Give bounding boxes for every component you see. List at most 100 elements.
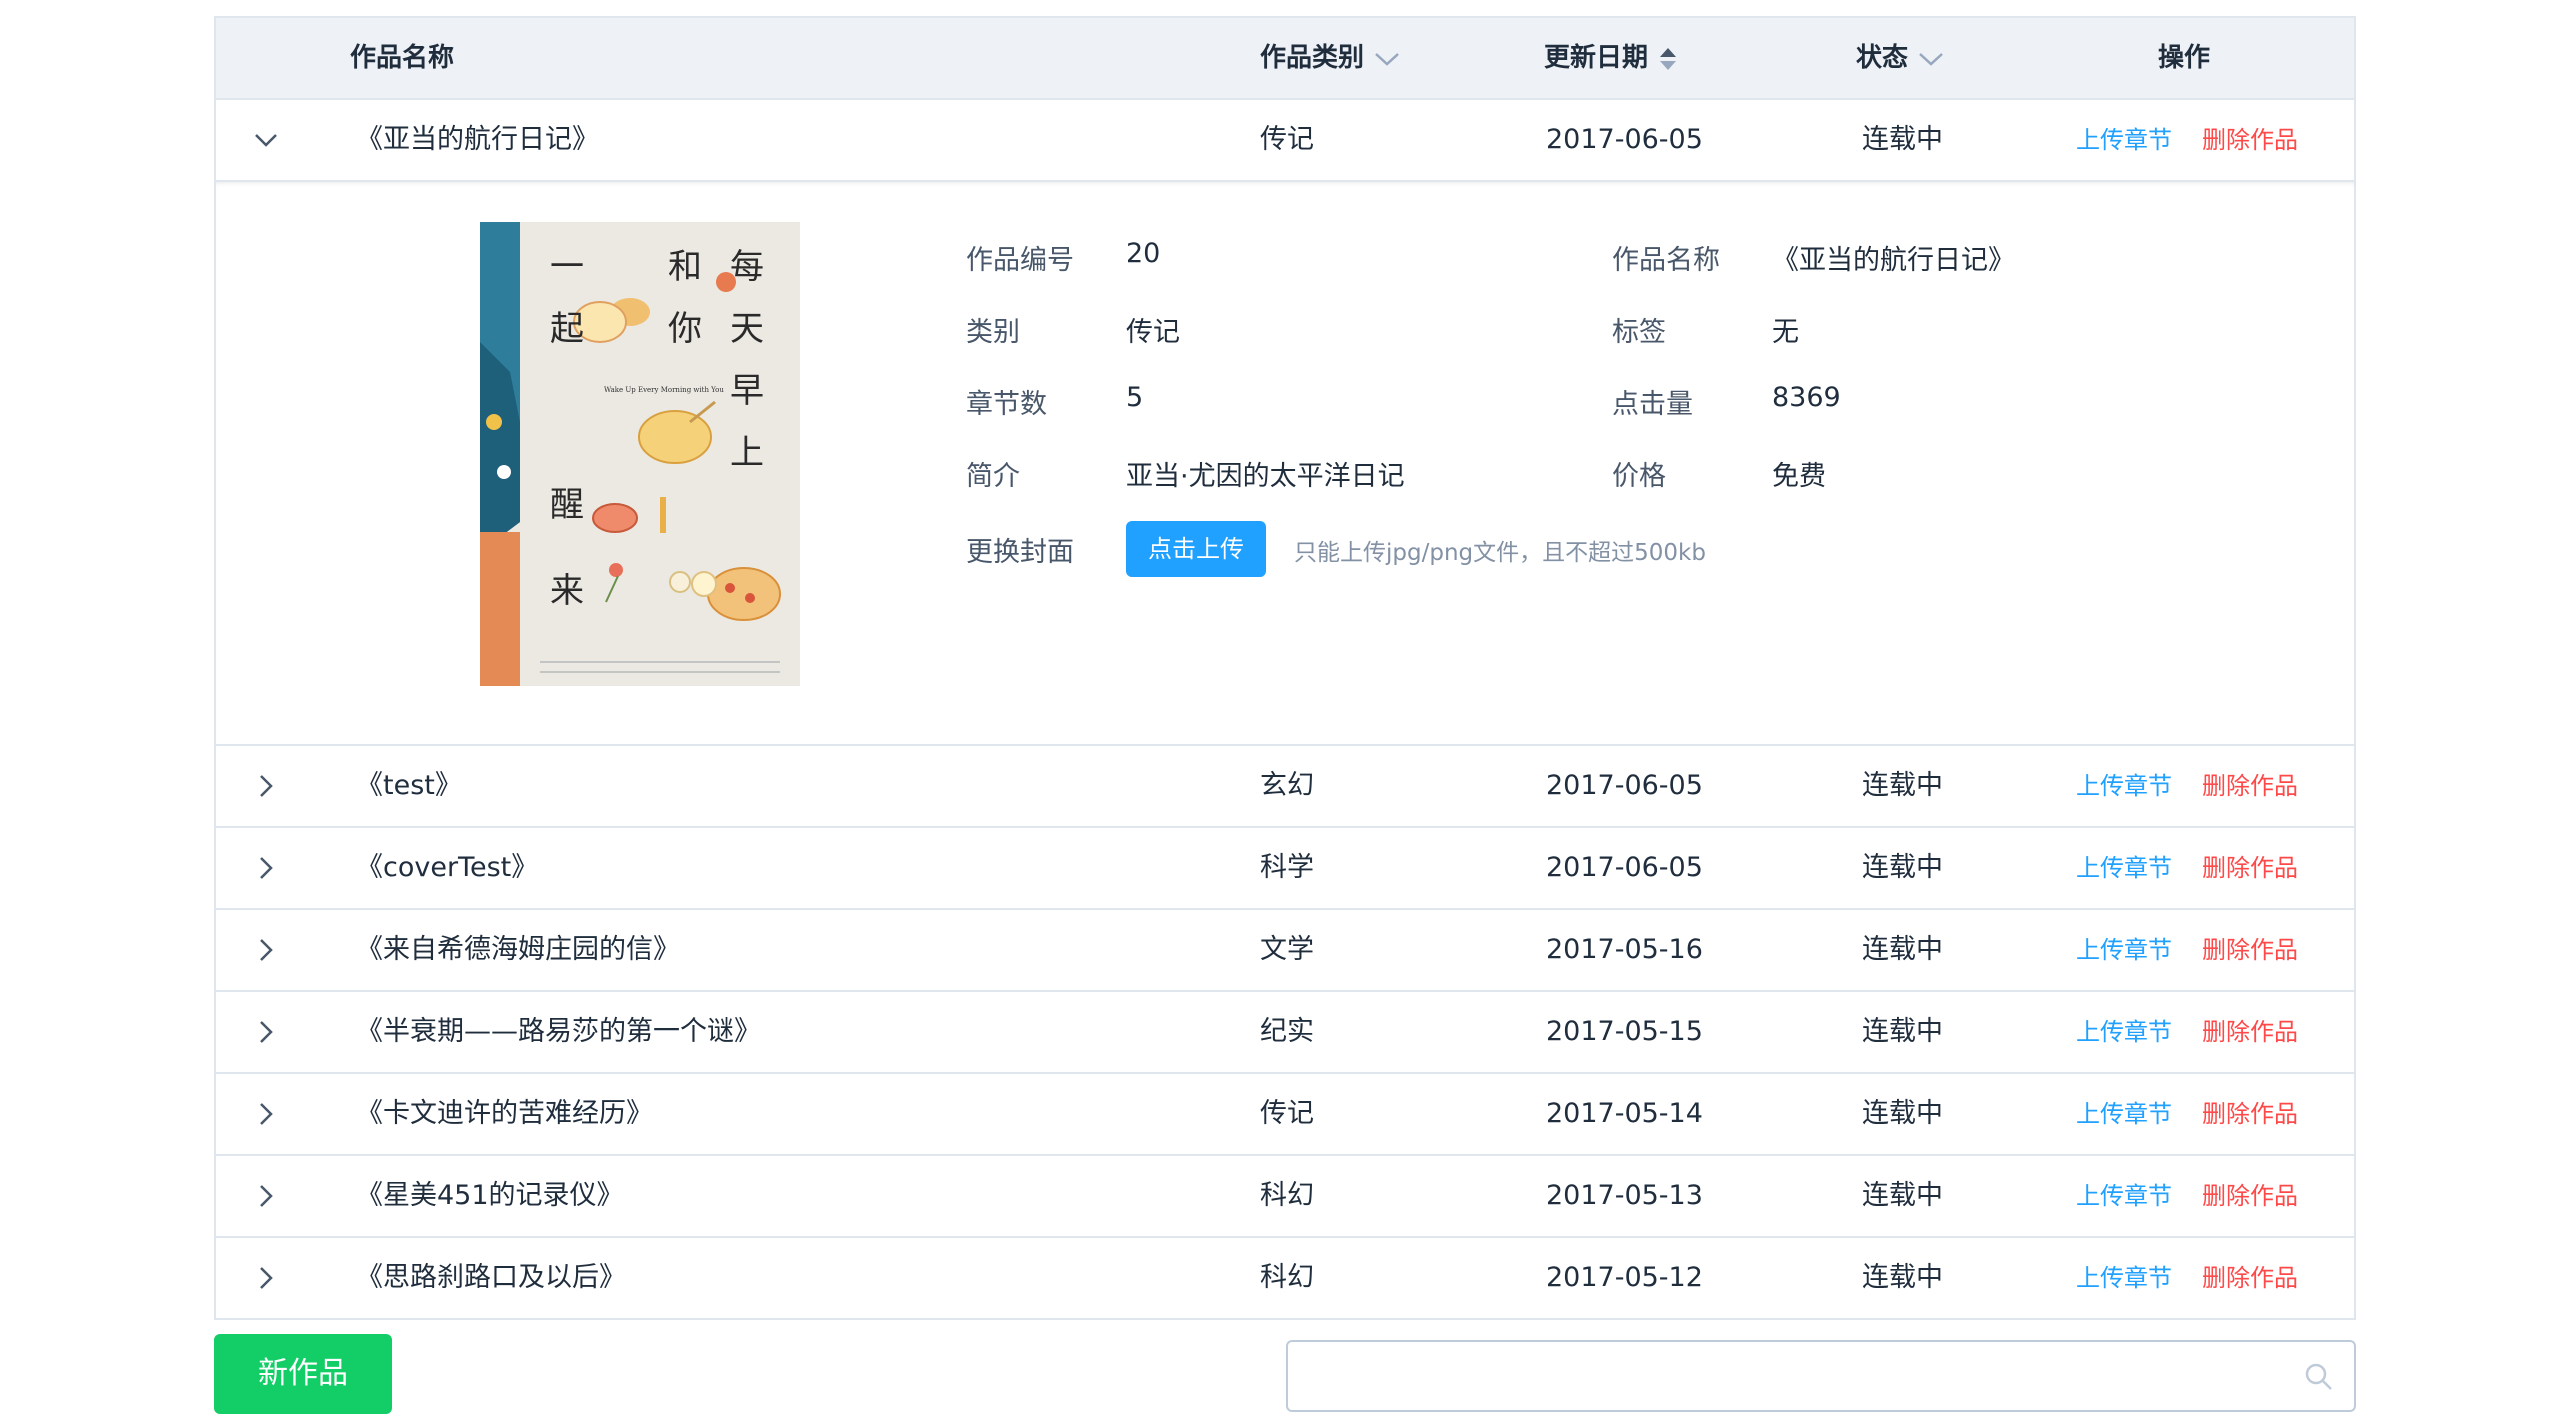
row-category: 玄幻	[1260, 770, 1314, 801]
delete-work-link[interactable]: 删除作品	[2202, 100, 2298, 180]
detail-clicks-label: 点击量	[1612, 389, 1693, 420]
detail-category-value: 传记	[1126, 317, 1180, 348]
upload-chapter-link[interactable]: 上传章节	[2076, 1074, 2172, 1154]
chevron-right-icon[interactable]	[250, 1262, 282, 1294]
works-table: 作品名称 作品类别 更新日期 状态 操作 《亚当的航行日记》 传记 2017-0…	[214, 16, 2356, 1320]
upload-chapter-link[interactable]: 上传章节	[2076, 992, 2172, 1072]
detail-id-label: 作品编号	[966, 245, 1074, 276]
row-category: 传记	[1260, 1098, 1314, 1129]
chevron-down-icon[interactable]	[1374, 51, 1400, 67]
upload-cover-button[interactable]: 点击上传	[1126, 521, 1266, 577]
table-row: 《来自希德海姆庄园的信》 文学 2017-05-16 连载中 上传章节 删除作品	[216, 910, 2354, 992]
row-date: 2017-05-15	[1546, 1016, 1703, 1047]
detail-name-value: 《亚当的航行日记》	[1772, 245, 2015, 276]
chevron-right-icon[interactable]	[250, 1180, 282, 1212]
row-date: 2017-05-12	[1546, 1262, 1703, 1293]
chevron-right-icon[interactable]	[250, 1098, 282, 1130]
detail-chapters-value: 5	[1126, 382, 1144, 413]
row-name: 《半衰期——路易莎的第一个谜》	[356, 1016, 761, 1047]
header-name: 作品名称	[350, 43, 455, 73]
cover-title-char: 你	[668, 309, 702, 349]
detail-category-label: 类别	[966, 317, 1020, 348]
table-row-expanded: 《亚当的航行日记》 传记 2017-06-05 连载中 上传章节 删除作品	[216, 100, 2354, 182]
delete-work-link[interactable]: 删除作品	[2202, 746, 2298, 826]
header-date-label: 更新日期	[1544, 43, 1649, 73]
table-row: 《星美451的记录仪》 科幻 2017-05-13 连载中 上传章节 删除作品	[216, 1156, 2354, 1238]
table-row: 《coverTest》 科学 2017-06-05 连载中 上传章节 删除作品	[216, 828, 2354, 910]
row-status: 连载中	[1862, 770, 1943, 801]
row-date: 2017-06-05	[1546, 770, 1703, 801]
row-name: 《来自希德海姆庄园的信》	[356, 934, 680, 965]
delete-work-link[interactable]: 删除作品	[2202, 1156, 2298, 1236]
delete-work-link[interactable]: 删除作品	[2202, 1074, 2298, 1154]
row-category: 纪实	[1260, 1016, 1314, 1047]
row-detail-panel: 每 天 早 上 和 你 一 起 醒 来 Wake Up Every Mornin…	[216, 182, 2354, 746]
row-date: 2017-05-16	[1546, 934, 1703, 965]
upload-chapter-link[interactable]: 上传章节	[2076, 1238, 2172, 1318]
table-row: 《test》 玄幻 2017-06-05 连载中 上传章节 删除作品	[216, 746, 2354, 828]
upload-chapter-link[interactable]: 上传章节	[2076, 746, 2172, 826]
cover-title-char: 早	[730, 371, 764, 411]
cover-title-char: 起	[550, 309, 584, 349]
header-status-label: 状态	[1856, 43, 1909, 73]
row-name: 《思路刹路口及以后》	[356, 1262, 626, 1293]
detail-tags-value: 无	[1772, 317, 1799, 348]
delete-work-link[interactable]: 删除作品	[2202, 992, 2298, 1072]
detail-price-value: 免费	[1772, 461, 1826, 492]
row-status: 连载中	[1862, 1098, 1943, 1129]
chevron-right-icon[interactable]	[250, 852, 282, 884]
search-icon[interactable]	[2304, 1362, 2334, 1392]
detail-name-label: 作品名称	[1612, 245, 1720, 276]
chevron-right-icon[interactable]	[250, 1016, 282, 1048]
cover-title-char: 醒	[550, 485, 584, 525]
cover-title-char: 一	[550, 247, 584, 287]
chevron-down-icon[interactable]	[1918, 51, 1944, 67]
row-category: 文学	[1260, 934, 1314, 965]
book-cover-image: 每 天 早 上 和 你 一 起 醒 来 Wake Up Every Mornin…	[480, 222, 800, 686]
detail-chapters-label: 章节数	[966, 389, 1047, 420]
detail-id-value: 20	[1126, 238, 1161, 269]
delete-work-link[interactable]: 删除作品	[2202, 828, 2298, 908]
row-status: 连载中	[1862, 852, 1943, 883]
row-category: 科幻	[1260, 1262, 1314, 1293]
sort-icon[interactable]	[1658, 45, 1678, 73]
header-status[interactable]: 状态	[1856, 18, 1944, 98]
header-category-label: 作品类别	[1260, 43, 1365, 73]
chevron-right-icon[interactable]	[250, 934, 282, 966]
delete-work-link[interactable]: 删除作品	[2202, 910, 2298, 990]
row-status: 连载中	[1862, 1016, 1943, 1047]
detail-tags-label: 标签	[1612, 317, 1666, 348]
row-status: 连载中	[1862, 124, 1943, 155]
cover-title-char: 和	[668, 247, 702, 287]
delete-work-link[interactable]: 删除作品	[2202, 1238, 2298, 1318]
new-work-button[interactable]: 新作品	[214, 1334, 392, 1414]
detail-intro-value: 亚当·尤因的太平洋日记	[1126, 461, 1405, 492]
table-row: 《卡文迪许的苦难经历》 传记 2017-05-14 连载中 上传章节 删除作品	[216, 1074, 2354, 1156]
upload-chapter-link[interactable]: 上传章节	[2076, 1156, 2172, 1236]
row-date: 2017-06-05	[1546, 124, 1703, 155]
cover-title-char: 上	[730, 433, 764, 473]
header-actions: 操作	[2158, 43, 2211, 73]
row-category: 传记	[1260, 124, 1314, 155]
row-date: 2017-05-14	[1546, 1098, 1703, 1129]
detail-intro-label: 简介	[966, 461, 1020, 492]
upload-chapter-link[interactable]: 上传章节	[2076, 100, 2172, 180]
cover-title-char: 天	[730, 309, 764, 349]
row-status: 连载中	[1862, 1262, 1943, 1293]
chevron-right-icon[interactable]	[250, 770, 282, 802]
table-row: 《半衰期——路易莎的第一个谜》 纪实 2017-05-15 连载中 上传章节 删除作品	[216, 992, 2354, 1074]
search-input[interactable]	[1288, 1342, 2288, 1408]
detail-clicks-value: 8369	[1772, 382, 1841, 413]
row-date: 2017-06-05	[1546, 852, 1703, 883]
header-category[interactable]: 作品类别	[1260, 18, 1400, 98]
upload-chapter-link[interactable]: 上传章节	[2076, 910, 2172, 990]
search-box[interactable]	[1286, 1340, 2356, 1412]
row-category: 科学	[1260, 852, 1314, 883]
header-date[interactable]: 更新日期	[1544, 18, 1678, 98]
cover-title-char: 来	[550, 571, 584, 611]
chevron-down-icon[interactable]	[250, 124, 282, 156]
row-status: 连载中	[1862, 1180, 1943, 1211]
row-category: 科幻	[1260, 1180, 1314, 1211]
upload-chapter-link[interactable]: 上传章节	[2076, 828, 2172, 908]
table-row: 《思路刹路口及以后》 科幻 2017-05-12 连载中 上传章节 删除作品	[216, 1238, 2354, 1318]
